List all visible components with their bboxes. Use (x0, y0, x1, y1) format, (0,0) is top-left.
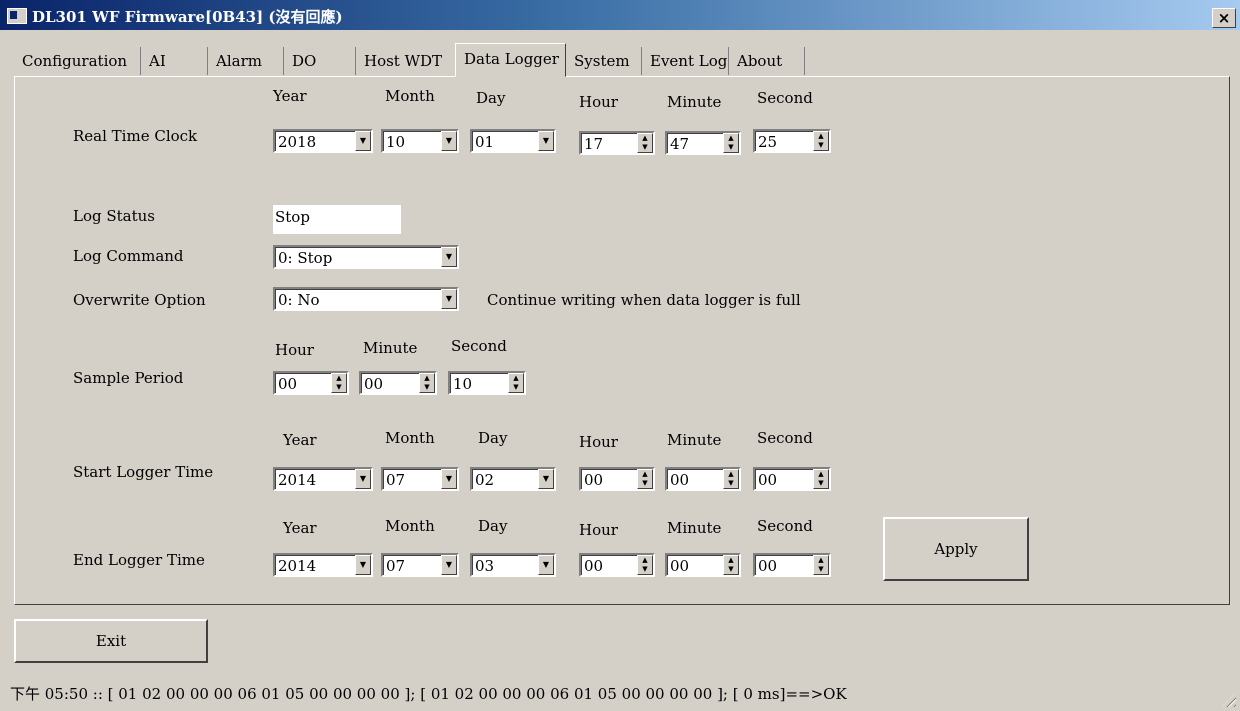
app-icon (7, 8, 27, 24)
start-day-select[interactable]: 02 ▼ (470, 467, 556, 491)
rtc-month-select[interactable]: 10 ▼ (381, 129, 459, 153)
end-hour-header: Hour (579, 521, 618, 539)
spin-arrows-icon[interactable]: ▲ ▼ (813, 131, 829, 151)
tab-configuration[interactable]: Configuration (14, 47, 141, 75)
rtc-second-spinner[interactable]: 25 ▲ ▼ (753, 129, 831, 153)
log-status-value: Stop (273, 205, 401, 234)
tab-host-wdt[interactable]: Host WDT (356, 47, 456, 75)
tab-ai[interactable]: AI (141, 47, 208, 75)
end-day-header: Day (478, 517, 508, 535)
apply-button[interactable]: Apply (883, 517, 1029, 581)
spin-arrows-icon[interactable]: ▲ ▼ (637, 469, 653, 489)
end-minute-header: Minute (667, 519, 722, 537)
sample-period-label: Sample Period (73, 369, 184, 387)
spin-arrows-icon[interactable]: ▲ ▼ (508, 373, 524, 393)
chevron-down-icon[interactable]: ▼ (538, 555, 554, 575)
status-text: 下午 05:50 :: [ 01 02 00 00 00 06 01 05 00… (10, 685, 847, 703)
chevron-down-icon[interactable]: ▼ (538, 131, 554, 151)
rtc-day-header: Day (476, 89, 506, 107)
start-logger-label: Start Logger Time (73, 463, 214, 481)
chevron-down-icon[interactable]: ▼ (441, 131, 457, 151)
sample-hour-spinner[interactable]: 00 ▲ ▼ (273, 371, 349, 395)
start-second-spinner[interactable]: 00 ▲ ▼ (753, 467, 831, 491)
chevron-down-icon[interactable]: ▼ (538, 469, 554, 489)
title-bar[interactable]: DL301 WF Firmware[0B43] (沒有回應) × (0, 0, 1240, 30)
end-second-header: Second (757, 517, 813, 535)
start-minute-header: Minute (667, 431, 722, 449)
end-hour-spinner[interactable]: 00 ▲ ▼ (579, 553, 655, 577)
start-minute-spinner[interactable]: 00 ▲ ▼ (665, 467, 741, 491)
start-year-select[interactable]: 2014 ▼ (273, 467, 373, 491)
log-command-select[interactable]: 0: Stop ▼ (273, 245, 459, 269)
exit-button[interactable]: Exit (14, 619, 208, 663)
chevron-down-icon[interactable]: ▼ (355, 131, 371, 151)
close-button[interactable]: × (1212, 8, 1236, 28)
tab-about[interactable]: About (729, 47, 805, 75)
tab-do[interactable]: DO (284, 47, 356, 75)
overwrite-select[interactable]: 0: No ▼ (273, 287, 459, 311)
tab-data-logger[interactable]: Data Logger (455, 43, 566, 77)
window-title: DL301 WF Firmware[0B43] (沒有回應) (32, 8, 343, 26)
end-year-select[interactable]: 2014 ▼ (273, 553, 373, 577)
resize-grip-icon[interactable] (1222, 693, 1236, 707)
start-hour-header: Hour (579, 433, 618, 451)
data-logger-panel: Year Month Day Hour Minute Second Real T… (14, 76, 1230, 605)
rtc-hour-spinner[interactable]: 17 ▲ ▼ (579, 131, 655, 155)
tab-system[interactable]: System (566, 47, 642, 75)
tab-event-log[interactable]: Event Log (642, 47, 729, 75)
rtc-label: Real Time Clock (73, 127, 198, 145)
chevron-down-icon[interactable]: ▼ (441, 247, 457, 267)
start-second-header: Second (757, 429, 813, 447)
end-minute-spinner[interactable]: 00 ▲ ▼ (665, 553, 741, 577)
sample-second-header: Second (451, 337, 507, 355)
rtc-minute-header: Minute (667, 93, 722, 111)
end-year-header: Year (283, 519, 317, 537)
rtc-year-select[interactable]: 2018 ▼ (273, 129, 373, 153)
start-hour-spinner[interactable]: 00 ▲ ▼ (579, 467, 655, 491)
spin-arrows-icon[interactable]: ▲ ▼ (813, 469, 829, 489)
overwrite-label: Overwrite Option (73, 291, 206, 309)
spin-arrows-icon[interactable]: ▲ ▼ (813, 555, 829, 575)
spin-arrows-icon[interactable]: ▲ ▼ (331, 373, 347, 393)
end-logger-label: End Logger Time (73, 551, 205, 569)
chevron-down-icon[interactable]: ▼ (355, 469, 371, 489)
spin-arrows-icon[interactable]: ▲ ▼ (723, 555, 739, 575)
end-second-spinner[interactable]: 00 ▲ ▼ (753, 553, 831, 577)
end-day-select[interactable]: 03 ▼ (470, 553, 556, 577)
start-month-header: Month (385, 429, 435, 447)
rtc-day-select[interactable]: 01 ▼ (470, 129, 556, 153)
log-command-label: Log Command (73, 247, 184, 265)
spin-arrows-icon[interactable]: ▲ ▼ (637, 555, 653, 575)
sample-hour-header: Hour (275, 341, 314, 359)
rtc-month-header: Month (385, 87, 435, 105)
spin-arrows-icon[interactable]: ▲ ▼ (723, 133, 739, 153)
start-year-header: Year (283, 431, 317, 449)
log-status-label: Log Status (73, 207, 155, 225)
end-month-header: Month (385, 517, 435, 535)
start-month-select[interactable]: 07 ▼ (381, 467, 459, 491)
rtc-hour-header: Hour (579, 93, 618, 111)
spin-arrows-icon[interactable]: ▲ ▼ (723, 469, 739, 489)
spin-arrows-icon[interactable]: ▲ ▼ (419, 373, 435, 393)
sample-minute-spinner[interactable]: 00 ▲ ▼ (359, 371, 437, 395)
chevron-down-icon[interactable]: ▼ (441, 289, 457, 309)
chevron-down-icon[interactable]: ▼ (441, 555, 457, 575)
rtc-year-header: Year (273, 87, 307, 105)
start-day-header: Day (478, 429, 508, 447)
tab-alarm[interactable]: Alarm (208, 47, 284, 75)
rtc-second-header: Second (757, 89, 813, 107)
chevron-down-icon[interactable]: ▼ (355, 555, 371, 575)
chevron-down-icon[interactable]: ▼ (441, 469, 457, 489)
sample-second-spinner[interactable]: 10 ▲ ▼ (448, 371, 526, 395)
end-month-select[interactable]: 07 ▼ (381, 553, 459, 577)
overwrite-hint: Continue writing when data logger is ful… (487, 291, 801, 309)
rtc-minute-spinner[interactable]: 47 ▲ ▼ (665, 131, 741, 155)
sample-minute-header: Minute (363, 339, 418, 357)
spin-arrows-icon[interactable]: ▲ ▼ (637, 133, 653, 153)
